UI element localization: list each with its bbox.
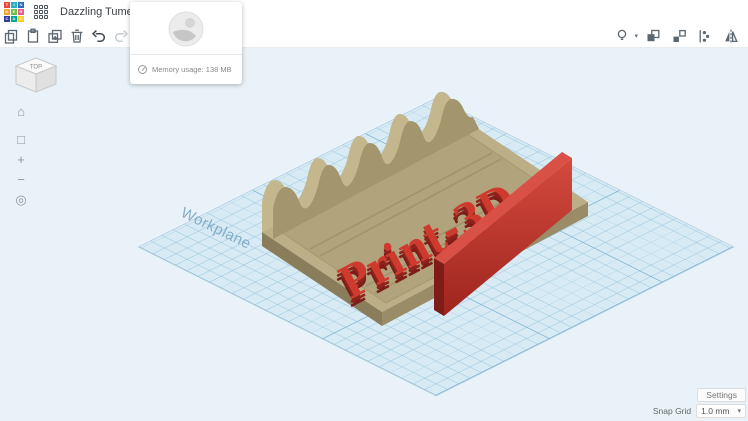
- home-view-button[interactable]: ⌂: [11, 102, 31, 122]
- align-button[interactable]: [694, 25, 716, 47]
- logo-cell: D: [18, 16, 24, 22]
- viewport-canvas[interactable]: Workplane: [0, 48, 748, 421]
- logo-cell: I: [11, 2, 17, 8]
- snap-grid-label: Snap Grid: [653, 406, 691, 416]
- duplicate-icon: [47, 28, 63, 44]
- settings-button[interactable]: Settings: [697, 388, 746, 402]
- memory-gauge-icon: [138, 65, 147, 74]
- chevron-down-icon: ▾: [737, 407, 741, 415]
- chevron-down-icon[interactable]: ▾: [634, 32, 638, 40]
- ungroup-icon: [671, 28, 687, 44]
- group-button[interactable]: [642, 25, 664, 47]
- show-hide-button[interactable]: [611, 25, 633, 47]
- copy-button[interactable]: [0, 25, 22, 47]
- mirror-icon: [723, 28, 739, 44]
- lightbulb-icon: [614, 28, 630, 44]
- tinkercad-window: T I N K E R C A D Dazzling Tumelo: [0, 0, 748, 421]
- paste-icon: [25, 28, 41, 44]
- paste-button[interactable]: [22, 25, 44, 47]
- align-icon: [697, 28, 713, 44]
- redo-button[interactable]: [110, 25, 132, 47]
- delete-button[interactable]: [66, 25, 88, 47]
- redo-icon: [113, 28, 129, 44]
- account-dropdown-panel: Memory usage: 138 MB: [130, 2, 242, 84]
- viewcube-top-label: TOP: [30, 65, 42, 71]
- mirror-button[interactable]: [720, 25, 742, 47]
- logo-cell: C: [4, 16, 10, 22]
- toolbar-right-group: ▾: [611, 25, 742, 47]
- ungroup-button[interactable]: [668, 25, 690, 47]
- logo-cell: T: [4, 2, 10, 8]
- model-scene: Print-3D Print-3D Print-3D: [0, 48, 748, 421]
- copy-icon: [3, 28, 19, 44]
- view-cube[interactable]: TOP: [12, 54, 64, 98]
- zoom-out-button[interactable]: −: [11, 170, 31, 190]
- toolbar: ▾: [0, 24, 748, 48]
- avatar: [168, 11, 204, 47]
- snap-grid-value: 1.0 mm: [701, 406, 729, 416]
- duplicate-button[interactable]: [44, 25, 66, 47]
- snap-grid-control: Snap Grid 1.0 mm ▾: [653, 404, 746, 418]
- apps-grid-icon[interactable]: [34, 5, 48, 19]
- fit-view-button[interactable]: □: [11, 130, 31, 150]
- logo-cell: K: [4, 9, 10, 15]
- zoom-in-button[interactable]: +: [11, 150, 31, 170]
- logo-cell: R: [18, 9, 24, 15]
- snap-grid-select[interactable]: 1.0 mm ▾: [696, 404, 746, 418]
- tinkercad-logo[interactable]: T I N K E R C A D: [4, 2, 24, 22]
- memory-usage-label: Memory usage: 138 MB: [152, 65, 232, 74]
- logo-cell: N: [18, 2, 24, 8]
- logo-cell: E: [11, 9, 17, 15]
- memory-usage-row: Memory usage: 138 MB: [130, 55, 242, 84]
- orthographic-view-button[interactable]: ◎: [11, 190, 31, 210]
- view-controls: ⌂ □ + − ◎: [10, 102, 32, 210]
- header-bar: T I N K E R C A D Dazzling Tumelo: [0, 0, 748, 24]
- logo-cell: A: [11, 16, 17, 22]
- undo-button[interactable]: [88, 25, 110, 47]
- group-icon: [645, 28, 661, 44]
- undo-icon: [91, 28, 107, 44]
- trash-icon: [69, 28, 85, 44]
